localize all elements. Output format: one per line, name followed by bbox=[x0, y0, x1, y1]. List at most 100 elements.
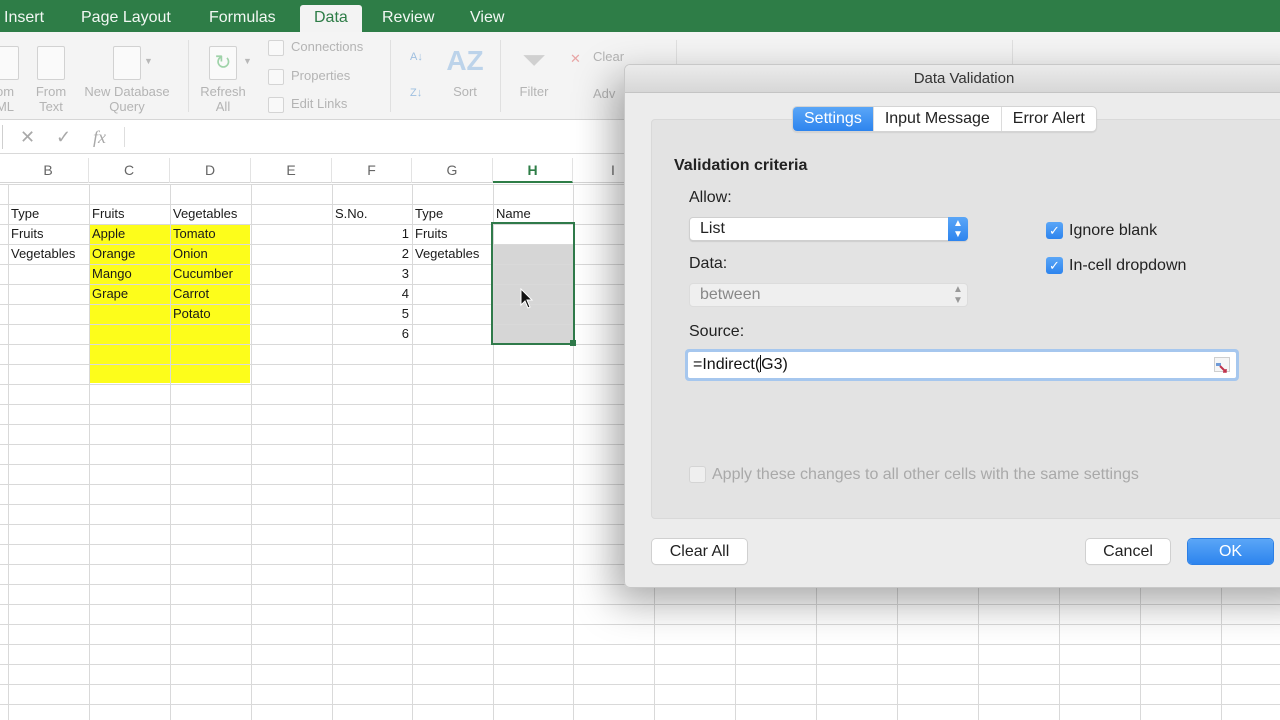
confirm-formula-icon[interactable]: ✓ bbox=[56, 127, 71, 148]
column-header-d[interactable]: D bbox=[170, 158, 251, 183]
column-header-b[interactable]: B bbox=[8, 158, 89, 183]
cell-f8[interactable]: 6 bbox=[332, 324, 412, 344]
tab-review[interactable]: Review bbox=[368, 5, 448, 32]
cell-c4[interactable]: Orange bbox=[89, 244, 170, 264]
column-header-e[interactable]: E bbox=[251, 158, 332, 183]
column-header-c[interactable]: C bbox=[89, 158, 170, 183]
ignore-blank-label[interactable]: Ignore blank bbox=[1069, 222, 1157, 240]
cell-b2[interactable]: Type bbox=[8, 204, 89, 224]
filter-button[interactable]: ⏷ Filter bbox=[512, 42, 556, 99]
gridline-horizontal bbox=[0, 644, 1280, 645]
insert-function-icon[interactable]: fx bbox=[93, 127, 106, 148]
refresh-icon: ↻ bbox=[209, 46, 237, 80]
connections-label: Connections bbox=[291, 39, 364, 54]
sort-descending-button[interactable]: Z↓ bbox=[410, 84, 422, 102]
cell-d4[interactable]: Onion bbox=[170, 244, 251, 264]
dropdown-caret-icon[interactable]: ▼ bbox=[243, 56, 252, 66]
gridline-horizontal bbox=[0, 624, 1280, 625]
collapse-dialog-icon[interactable] bbox=[1214, 357, 1230, 373]
cell-g4[interactable]: Vegetables bbox=[412, 244, 493, 264]
ignore-blank-checkbox[interactable]: ✓ bbox=[1046, 222, 1063, 239]
in-cell-dropdown-checkbox[interactable]: ✓ bbox=[1046, 257, 1063, 274]
cell-b3[interactable]: Fruits bbox=[8, 224, 89, 244]
cell-f5[interactable]: 3 bbox=[332, 264, 412, 284]
validation-criteria-heading: Validation criteria bbox=[674, 157, 808, 174]
dialog-tab-group: Settings Input Message Error Alert bbox=[792, 106, 1097, 132]
cell-f7[interactable]: 5 bbox=[332, 304, 412, 324]
apply-all-checkbox[interactable] bbox=[689, 466, 706, 483]
allow-select[interactable]: List ▲ ▼ bbox=[689, 217, 968, 241]
formula-input[interactable] bbox=[130, 128, 610, 148]
refresh-label-2: All bbox=[215, 99, 231, 114]
source-input[interactable]: =Indirect(G3) bbox=[688, 352, 1236, 378]
tab-page-layout[interactable]: Page Layout bbox=[67, 5, 185, 32]
cancel-button[interactable]: Cancel bbox=[1086, 539, 1170, 564]
sort-button[interactable]: AZ Sort bbox=[444, 42, 486, 99]
new-db-label-2: Query bbox=[109, 99, 145, 114]
properties-icon bbox=[268, 68, 284, 85]
from-text-label-2: Text bbox=[39, 99, 63, 114]
cell-f4[interactable]: 2 bbox=[332, 244, 412, 264]
cell-c6[interactable]: Grape bbox=[89, 284, 170, 304]
ok-button[interactable]: OK bbox=[1188, 539, 1273, 564]
new-database-query-button[interactable]: New Database Query bbox=[80, 46, 174, 114]
cell-d6[interactable]: Carrot bbox=[170, 284, 251, 304]
tab-input-message[interactable]: Input Message bbox=[874, 107, 1002, 131]
dialog-title: Data Validation bbox=[625, 65, 1280, 93]
connections-button[interactable]: Connections bbox=[268, 38, 363, 56]
column-header-f[interactable]: F bbox=[332, 158, 412, 183]
cell-g2[interactable]: Type bbox=[412, 204, 493, 224]
ribbon-separator bbox=[390, 40, 391, 112]
from-text-label-1: From bbox=[35, 84, 67, 99]
advanced-filter-button[interactable]: Adv bbox=[570, 85, 615, 103]
cell-d7[interactable]: Potato bbox=[170, 304, 251, 324]
refresh-all-button[interactable]: ↻ Refresh All bbox=[196, 46, 250, 114]
properties-button[interactable]: Properties bbox=[268, 67, 350, 85]
cell-b4[interactable]: Vegetables bbox=[8, 244, 89, 264]
cell-f3[interactable]: 1 bbox=[332, 224, 412, 244]
refresh-label-1: Refresh bbox=[200, 84, 246, 99]
edit-links-button[interactable]: Edit Links bbox=[268, 95, 347, 113]
dropdown-caret-icon[interactable]: ▼ bbox=[144, 56, 153, 66]
fill-handle[interactable] bbox=[570, 340, 576, 346]
cell-c5[interactable]: Mango bbox=[89, 264, 170, 284]
data-select[interactable]: between ▲ ▼ bbox=[689, 283, 968, 307]
sort-label: Sort bbox=[453, 84, 477, 99]
cell-g3[interactable]: Fruits bbox=[412, 224, 493, 244]
cell-d2[interactable]: Vegetables bbox=[170, 204, 251, 224]
tab-data[interactable]: Data bbox=[300, 5, 362, 32]
cell-d3[interactable]: Tomato bbox=[170, 224, 251, 244]
select-stepper-icon: ▲ ▼ bbox=[948, 217, 968, 241]
from-xml-label-1: om bbox=[0, 84, 15, 99]
cell-h2[interactable]: Name bbox=[493, 204, 573, 224]
cancel-formula-icon[interactable]: ✕ bbox=[20, 127, 35, 148]
gridline-horizontal bbox=[0, 664, 1280, 665]
settings-panel bbox=[651, 119, 1280, 519]
clear-filter-button[interactable]: ✕ Clear bbox=[570, 48, 624, 66]
cell-d5[interactable]: Cucumber bbox=[170, 264, 251, 284]
mouse-pointer-icon bbox=[520, 288, 534, 309]
excel-window: Insert Page Layout Formulas Data Review … bbox=[0, 0, 1280, 720]
cell-f6[interactable]: 4 bbox=[332, 284, 412, 304]
column-header-h[interactable]: H bbox=[493, 158, 573, 183]
advanced-label: Adv bbox=[593, 86, 616, 101]
sort-az-icon: AZ bbox=[446, 45, 484, 76]
from-xml-label-2: ML bbox=[0, 99, 15, 114]
tab-error-alert[interactable]: Error Alert bbox=[1002, 107, 1096, 131]
tab-insert[interactable]: Insert bbox=[0, 5, 58, 32]
sort-ascending-button[interactable]: A↓ bbox=[410, 48, 423, 66]
selection-range-h3-h8[interactable] bbox=[491, 222, 575, 345]
formula-separator bbox=[124, 127, 125, 147]
cell-f2[interactable]: S.No. bbox=[332, 204, 412, 224]
column-header-g[interactable]: G bbox=[412, 158, 493, 183]
tab-formulas[interactable]: Formulas bbox=[195, 5, 290, 32]
tab-settings[interactable]: Settings bbox=[793, 107, 874, 131]
from-text-button[interactable]: From Text bbox=[32, 46, 70, 114]
in-cell-dropdown-label[interactable]: In-cell dropdown bbox=[1069, 257, 1186, 275]
tab-view[interactable]: View bbox=[456, 5, 518, 32]
cell-c3[interactable]: Apple bbox=[89, 224, 170, 244]
filter-funnel-icon: ⏷ bbox=[522, 44, 546, 77]
cell-c2[interactable]: Fruits bbox=[89, 204, 170, 224]
from-xml-button[interactable]: om ML bbox=[0, 46, 20, 114]
clear-all-button[interactable]: Clear All bbox=[652, 539, 747, 564]
